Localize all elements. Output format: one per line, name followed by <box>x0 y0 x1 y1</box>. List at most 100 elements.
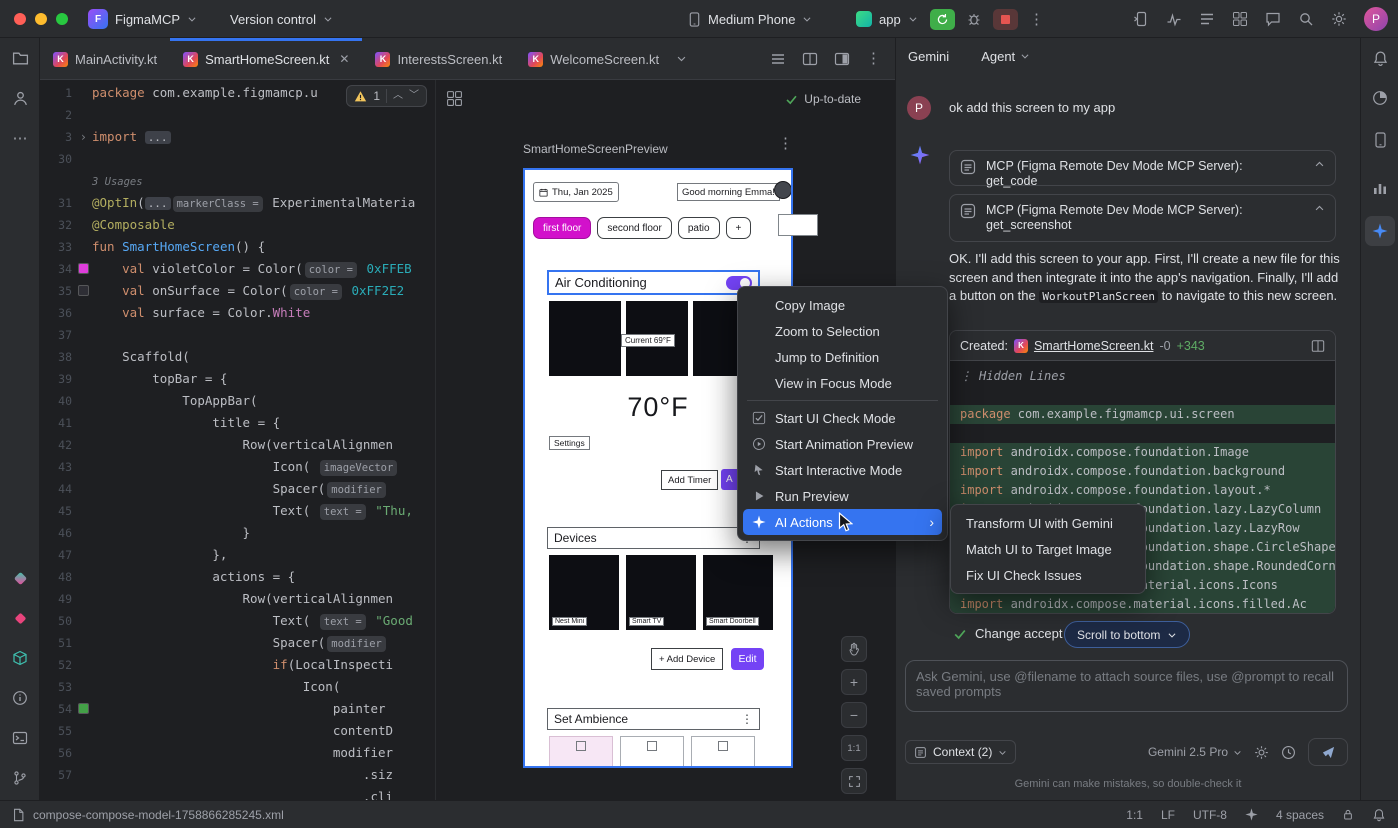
ambience-card[interactable] <box>691 736 755 766</box>
caret-position[interactable]: 1:1 <box>1126 808 1143 822</box>
editor-list-icon[interactable] <box>770 51 786 67</box>
ambience-card[interactable] <box>620 736 684 766</box>
date-chip[interactable]: Thu, Jan 2025 <box>533 182 619 202</box>
tab-close-icon[interactable]: ✕ <box>339 52 349 66</box>
lock-icon[interactable] <box>1342 808 1354 821</box>
ambience-kebab-icon[interactable]: ⋮ <box>741 713 753 725</box>
selection-handle[interactable] <box>778 214 818 236</box>
hidden-lines-row[interactable]: ⋮Hidden Lines <box>950 367 1335 386</box>
editor-tab-smarthomescreen-kt[interactable]: KSmartHomeScreen.kt✕ <box>170 38 362 80</box>
tool-call-card-get-code[interactable]: MCP (Figma Remote Dev Mode MCP Server): … <box>949 150 1336 186</box>
rerun-button[interactable] <box>930 9 955 30</box>
gemini-settings-icon[interactable] <box>1254 745 1269 760</box>
profile-avatar[interactable]: P <box>1364 7 1388 31</box>
zoom-in-button[interactable]: + <box>841 669 867 695</box>
figma-tool-icon[interactable] <box>8 606 32 630</box>
menu-item-start-interactive-mode[interactable]: Start Interactive Mode <box>743 457 942 483</box>
compose-tool-icon[interactable] <box>8 566 32 590</box>
add-device-button[interactable]: + Add Device <box>651 648 723 670</box>
profiler-tool-icon[interactable] <box>1368 86 1392 110</box>
split-editor-icon[interactable] <box>802 51 818 67</box>
commit-tool-icon[interactable] <box>8 86 32 110</box>
menu-item-view-in-focus-mode[interactable]: View in Focus Mode <box>743 370 942 396</box>
zoom-out-button[interactable]: − <box>841 702 867 728</box>
model-selector[interactable]: Gemini 2.5 Pro <box>1148 745 1242 759</box>
structure-icon[interactable] <box>1199 11 1215 27</box>
created-file-link[interactable]: SmartHomeScreen.kt <box>1034 339 1153 353</box>
pan-hand-button[interactable] <box>841 636 867 662</box>
ai-chat-icon[interactable] <box>1265 11 1281 27</box>
expand-chevron-icon[interactable] <box>1314 203 1325 214</box>
ac-card[interactable] <box>549 301 621 376</box>
project-widget[interactable]: F FigmaMCP <box>88 0 197 38</box>
room-chip[interactable]: + <box>726 217 752 239</box>
menu-item-zoom-to-selection[interactable]: Zoom to Selection <box>743 318 942 344</box>
project-tool-icon[interactable] <box>8 46 32 70</box>
build-tool-icon[interactable] <box>8 646 32 670</box>
context-chip[interactable]: Context (2) <box>905 740 1016 764</box>
gemini-tool-icon-active[interactable] <box>1365 216 1395 246</box>
file-encoding[interactable]: UTF-8 <box>1193 808 1227 822</box>
submenu-item-match-ui-to-target-image[interactable]: Match UI to Target Image <box>956 536 1140 562</box>
design-mode-icon[interactable] <box>834 51 850 67</box>
edit-button[interactable]: Edit <box>731 648 764 670</box>
send-button[interactable] <box>1308 738 1348 766</box>
color-swatch[interactable] <box>79 286 88 295</box>
indent-setting[interactable]: 4 spaces <box>1276 808 1324 822</box>
editor-tab-interestsscreen-kt[interactable]: KInterestsScreen.kt <box>362 38 515 80</box>
user-avatar[interactable] <box>774 181 791 199</box>
profiler-icon[interactable] <box>1166 11 1182 27</box>
insights-tool-icon[interactable] <box>1368 176 1392 200</box>
debug-button[interactable] <box>966 11 982 27</box>
editor-options-kebab[interactable]: ⋮ <box>866 51 881 66</box>
preview-options-kebab[interactable]: ⋮ <box>778 136 793 151</box>
menu-item-start-ui-check-mode[interactable]: Start UI Check Mode <box>743 405 942 431</box>
room-chip[interactable]: patio <box>678 217 720 239</box>
version-control-tool-icon[interactable] <box>8 766 32 790</box>
more-actions-kebab[interactable]: ⋮ <box>1029 12 1044 27</box>
room-chip[interactable]: second floor <box>597 217 671 239</box>
preview-grid-icon[interactable] <box>446 90 463 107</box>
menu-item-jump-to-definition[interactable]: Jump to Definition <box>743 344 942 370</box>
submenu-item-transform-ui-with-gemini[interactable]: Transform UI with Gemini <box>956 510 1140 536</box>
device-card[interactable]: Smart TV <box>626 555 696 630</box>
vcs-widget[interactable]: Version control <box>230 0 333 38</box>
device-card[interactable]: Smart Doorbell <box>703 555 773 630</box>
inspections-widget[interactable]: 1 ︿ ﹀ <box>346 85 427 107</box>
history-icon[interactable] <box>1281 745 1296 760</box>
zoom-fit-button[interactable] <box>841 768 867 794</box>
ai-status-spark-icon[interactable] <box>1245 808 1258 821</box>
search-icon[interactable] <box>1298 11 1314 27</box>
open-diff-icon[interactable] <box>1311 339 1325 353</box>
usages-inlay[interactable]: 3 Usages <box>92 176 143 188</box>
hidden-tabs-chevron[interactable] <box>676 53 687 64</box>
window-zoom-button[interactable] <box>56 13 68 25</box>
next-issue-chevron[interactable]: ﹀ <box>409 91 419 101</box>
editor-tab-welcomescreen-kt[interactable]: KWelcomeScreen.kt <box>515 38 672 80</box>
gemini-input[interactable] <box>906 661 1347 711</box>
tab-agent[interactable]: Agent <box>981 49 1030 64</box>
stop-button[interactable] <box>993 9 1018 30</box>
status-notifications-icon[interactable] <box>1372 808 1386 822</box>
menu-item-run-preview[interactable]: Run Preview <box>743 483 942 509</box>
extensions-icon[interactable] <box>1232 11 1248 27</box>
device-manager-tool-icon[interactable] <box>1368 128 1392 152</box>
editor-tab-mainactivity-kt[interactable]: KMainActivity.kt <box>40 38 170 80</box>
room-chip[interactable]: first floor <box>533 217 591 239</box>
scroll-to-bottom-button[interactable]: Scroll to bottom <box>1064 621 1190 648</box>
more-tools-icon[interactable]: ⋯ <box>8 126 32 150</box>
notifications-bell-icon[interactable] <box>1368 46 1392 70</box>
device-selector[interactable]: Medium Phone <box>688 0 812 38</box>
window-close-button[interactable] <box>14 13 26 25</box>
color-swatch[interactable] <box>79 264 88 273</box>
settings-chip[interactable]: Settings <box>549 436 590 450</box>
run-config-selector[interactable]: app <box>856 0 918 38</box>
status-file-name[interactable]: compose-compose-model-1758866285245.xml <box>33 808 284 822</box>
submenu-item-fix-ui-check-issues[interactable]: Fix UI Check Issues <box>956 562 1140 588</box>
problems-tool-icon[interactable] <box>8 686 32 710</box>
tool-call-card-get-screenshot[interactable]: MCP (Figma Remote Dev Mode MCP Server): … <box>949 194 1336 242</box>
expand-chevron-icon[interactable] <box>1314 159 1325 170</box>
menu-item-start-animation-preview[interactable]: Start Animation Preview <box>743 431 942 457</box>
add-timer-button[interactable]: Add Timer <box>661 470 718 490</box>
tab-gemini[interactable]: Gemini <box>908 49 949 64</box>
